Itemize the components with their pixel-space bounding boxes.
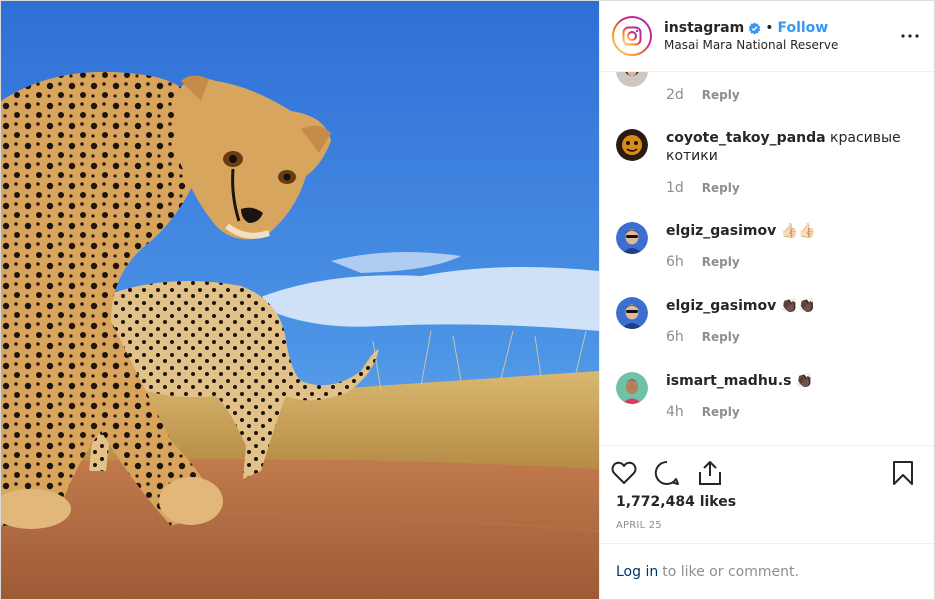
login-link[interactable]: Log in bbox=[616, 564, 658, 580]
comment-message: 👍🏻👍🏻 bbox=[780, 223, 816, 239]
comment-body: ismart_madhu.s 👏🏿 4h Reply bbox=[666, 372, 918, 420]
follow-button[interactable]: Follow bbox=[777, 20, 828, 36]
post-photo[interactable] bbox=[1, 1, 599, 599]
login-prompt: Log in to like or comment. bbox=[600, 543, 934, 599]
comment-message: 👏🏿 bbox=[795, 373, 814, 389]
comment-body: elgiz_gasimov 👍🏻👍🏻 6h Reply bbox=[666, 222, 918, 270]
comment-text bbox=[666, 72, 918, 73]
avatar[interactable] bbox=[616, 129, 648, 161]
comment-age: 6h bbox=[666, 329, 684, 345]
avatar[interactable] bbox=[616, 297, 648, 329]
post-date: APRIL 25 bbox=[616, 520, 662, 531]
share-icon[interactable] bbox=[695, 458, 725, 488]
reply-button[interactable]: Reply bbox=[702, 405, 740, 419]
post-header-line: instagram • Follow bbox=[664, 20, 898, 36]
comment-body: elgiz_gasimov 👏🏿👏🏿 6h Reply bbox=[666, 297, 918, 345]
action-icons bbox=[609, 458, 918, 488]
post-actions: 1,772,484 likes APRIL 25 bbox=[600, 445, 934, 543]
comment-body: coyote_takoy_panda красивые котики 1d Re… bbox=[666, 129, 918, 196]
comment-age: 2d bbox=[666, 87, 684, 103]
comment-username[interactable]: coyote_takoy_panda bbox=[666, 130, 826, 146]
post-side-panel: instagram • Follow Masai Mara National R… bbox=[599, 1, 934, 599]
avatar[interactable] bbox=[616, 222, 648, 254]
comment-meta: 6h Reply bbox=[666, 254, 918, 270]
comment-age: 6h bbox=[666, 254, 684, 270]
heart-icon[interactable] bbox=[609, 458, 639, 488]
comment-item: elgiz_gasimov 👏🏿👏🏿 6h Reply bbox=[616, 297, 918, 345]
cheetah-photo bbox=[1, 1, 599, 599]
comment-item: elgiz_gasimov 👍🏻👍🏻 6h Reply bbox=[616, 222, 918, 270]
post-header-text: instagram • Follow Masai Mara National R… bbox=[664, 20, 898, 52]
likes-count[interactable]: 1,772,484 likes bbox=[616, 494, 736, 510]
reply-button[interactable]: Reply bbox=[702, 88, 740, 102]
post-header: instagram • Follow Masai Mara National R… bbox=[600, 1, 934, 72]
avatar[interactable] bbox=[616, 72, 648, 87]
comment-age: 4h bbox=[666, 404, 684, 420]
instagram-logo-icon[interactable] bbox=[612, 16, 652, 56]
comment-username[interactable]: ismart_madhu.s bbox=[666, 373, 791, 389]
header-separator: • bbox=[765, 20, 774, 36]
comment-item: ismart_madhu.s 👏🏿 4h Reply bbox=[616, 372, 918, 420]
comment-text: coyote_takoy_panda красивые котики bbox=[666, 129, 918, 165]
reply-button[interactable]: Reply bbox=[702, 255, 740, 269]
comment-meta: 4h Reply bbox=[666, 404, 918, 420]
reply-button[interactable]: Reply bbox=[702, 181, 740, 195]
comments-list[interactable]: 2d Reply coyote_takoy_panda красивые кот… bbox=[600, 72, 934, 445]
comment-text: elgiz_gasimov 👏🏿👏🏿 bbox=[666, 297, 918, 315]
comment-meta: 2d Reply bbox=[666, 87, 918, 103]
comment-item: 2d Reply bbox=[616, 72, 918, 103]
post-location[interactable]: Masai Mara National Reserve bbox=[664, 38, 898, 52]
comment-text: ismart_madhu.s 👏🏿 bbox=[666, 372, 918, 390]
bookmark-icon[interactable] bbox=[888, 458, 918, 488]
more-options-icon[interactable] bbox=[898, 24, 922, 48]
verified-badge-icon bbox=[748, 22, 761, 35]
comment-username[interactable]: elgiz_gasimov bbox=[666, 298, 776, 314]
comment-username[interactable]: elgiz_gasimov bbox=[666, 223, 776, 239]
post-author-username[interactable]: instagram bbox=[664, 20, 744, 36]
avatar[interactable] bbox=[616, 372, 648, 404]
comment-message: 👏🏿👏🏿 bbox=[780, 298, 816, 314]
login-prompt-text: to like or comment. bbox=[662, 563, 799, 580]
comment-item: coyote_takoy_panda красивые котики 1d Re… bbox=[616, 129, 918, 196]
comment-text: elgiz_gasimov 👍🏻👍🏻 bbox=[666, 222, 918, 240]
post-modal: instagram • Follow Masai Mara National R… bbox=[0, 0, 935, 600]
comment-age: 1d bbox=[666, 180, 684, 196]
comment-meta: 6h Reply bbox=[666, 329, 918, 345]
comment-icon[interactable] bbox=[652, 458, 682, 488]
comment-body: 2d Reply bbox=[666, 72, 918, 103]
comment-meta: 1d Reply bbox=[666, 180, 918, 196]
reply-button[interactable]: Reply bbox=[702, 330, 740, 344]
